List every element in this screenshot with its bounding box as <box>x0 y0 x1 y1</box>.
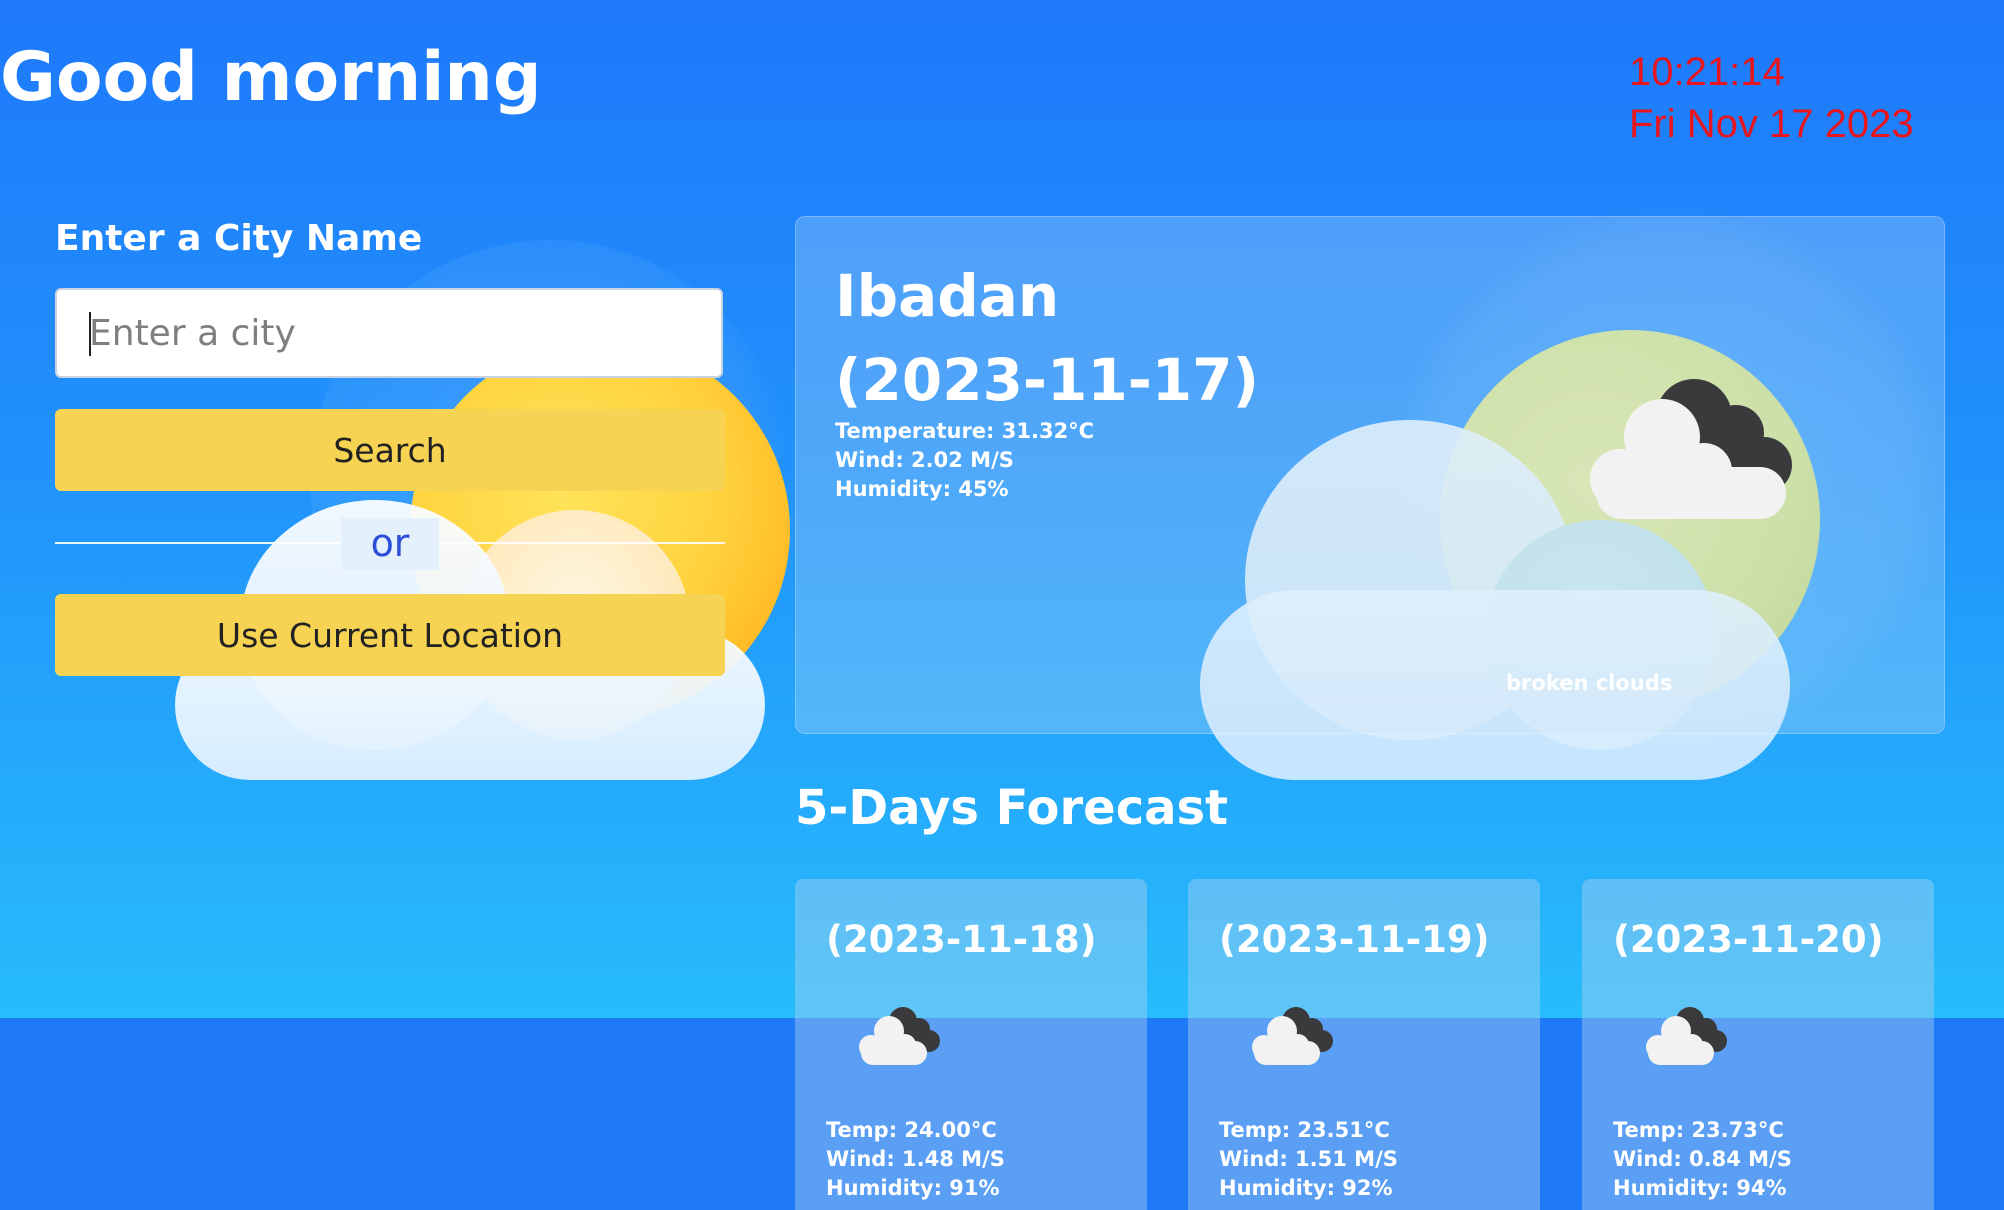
clock-date: Fri Nov 17 2023 <box>1629 102 1914 146</box>
forecast-stats: Temp: 23.73°C Wind: 0.84 M/S Humidity: 9… <box>1613 1116 1792 1203</box>
forecast-temp: Temp: 23.73°C <box>1613 1118 1784 1142</box>
broken-clouds-icon <box>859 1007 940 1065</box>
use-current-location-button[interactable]: Use Current Location <box>55 594 725 676</box>
weather-description: broken clouds <box>1506 671 1673 695</box>
forecast-title: 5-Days Forecast <box>795 780 1229 836</box>
current-date: (2023-11-17) <box>835 346 1260 414</box>
forecast-stats: Temp: 23.51°C Wind: 1.51 M/S Humidity: 9… <box>1219 1116 1398 1203</box>
greeting-heading: Good morning <box>0 38 542 117</box>
forecast-card: (2023-11-19) Temp: 23.51°C Wind: 1.51 M/… <box>1188 879 1540 1210</box>
forecast-date: (2023-11-20) <box>1613 918 1884 961</box>
current-city-name: Ibadan <box>835 262 1060 330</box>
current-temperature: Temperature: 31.32°C <box>835 419 1095 443</box>
clock-time: 10:21:14 <box>1629 50 1785 94</box>
city-search-input[interactable] <box>55 288 723 378</box>
forecast-humidity: Humidity: 92% <box>1219 1176 1393 1200</box>
forecast-date: (2023-11-19) <box>1219 918 1490 961</box>
broken-clouds-icon <box>1590 379 1792 519</box>
city-name-label: Enter a City Name <box>55 218 423 259</box>
forecast-humidity: Humidity: 91% <box>826 1176 1000 1200</box>
current-wind: Wind: 2.02 M/S <box>835 448 1014 472</box>
forecast-wind: Wind: 1.51 M/S <box>1219 1147 1398 1171</box>
broken-clouds-icon <box>1252 1007 1333 1065</box>
or-divider-label: or <box>341 518 439 570</box>
forecast-temp: Temp: 23.51°C <box>1219 1118 1390 1142</box>
broken-clouds-icon <box>1646 1007 1727 1065</box>
current-humidity: Humidity: 45% <box>835 477 1009 501</box>
clock: 10:21:14 Fri Nov 17 2023 <box>1629 46 1914 150</box>
current-weather-card: Ibadan (2023-11-17) Temperature: 31.32°C… <box>795 216 1945 734</box>
forecast-card: (2023-11-20) Temp: 23.73°C Wind: 0.84 M/… <box>1582 879 1934 1210</box>
forecast-wind: Wind: 0.84 M/S <box>1613 1147 1792 1171</box>
forecast-temp: Temp: 24.00°C <box>826 1118 997 1142</box>
text-caret <box>89 312 91 356</box>
forecast-date: (2023-11-18) <box>826 918 1097 961</box>
search-button[interactable]: Search <box>55 409 725 491</box>
forecast-card: (2023-11-18) Temp: 24.00°C Wind: 1.48 M/… <box>795 879 1147 1210</box>
current-weather-stats: Temperature: 31.32°C Wind: 2.02 M/S Humi… <box>835 417 1094 504</box>
forecast-wind: Wind: 1.48 M/S <box>826 1147 1005 1171</box>
forecast-humidity: Humidity: 94% <box>1613 1176 1787 1200</box>
forecast-stats: Temp: 24.00°C Wind: 1.48 M/S Humidity: 9… <box>826 1116 1005 1203</box>
